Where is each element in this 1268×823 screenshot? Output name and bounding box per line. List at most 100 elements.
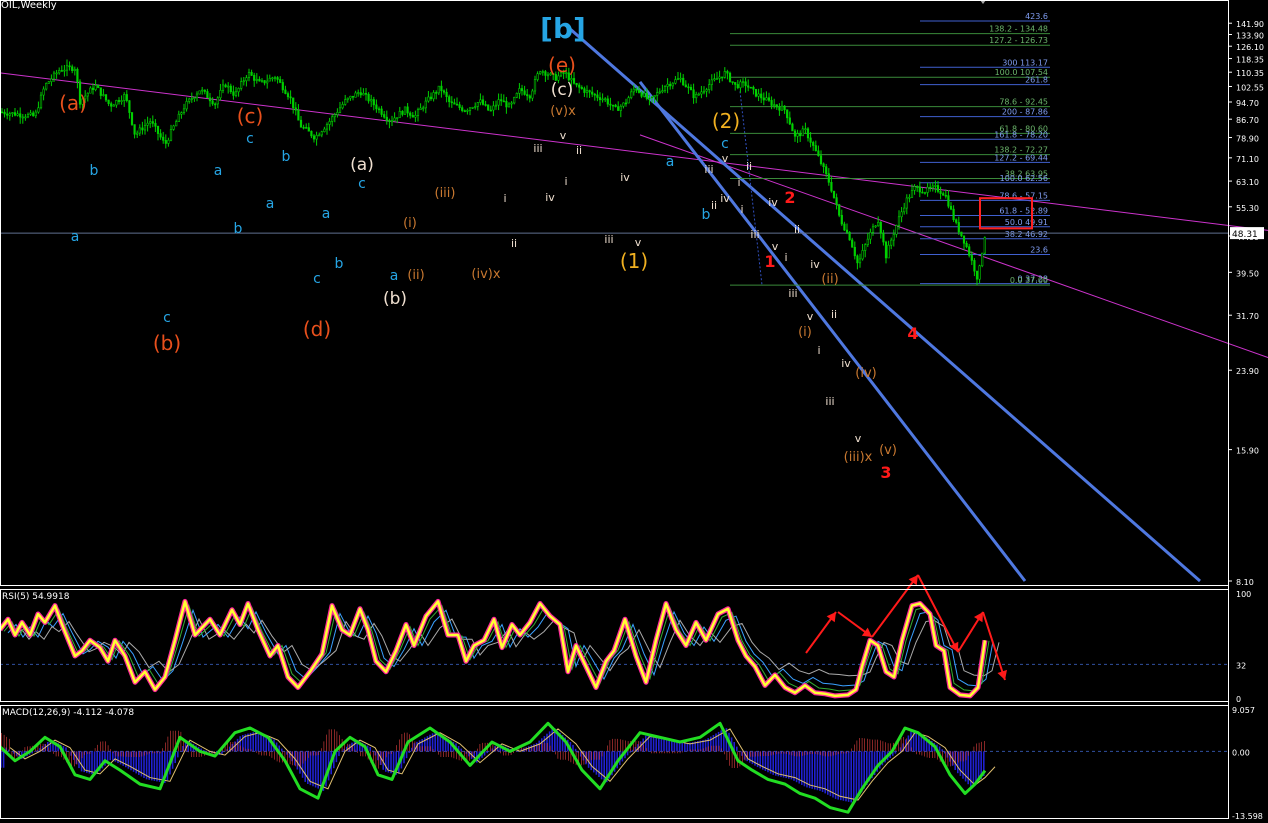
candle-body <box>835 197 838 205</box>
candle-body <box>585 90 589 93</box>
price-tick-label: 71.10 <box>1236 155 1259 164</box>
candle-body <box>981 252 984 267</box>
candle-body <box>526 94 529 97</box>
candle-body <box>624 102 628 105</box>
candle-body <box>718 76 721 79</box>
wave-label: v <box>807 310 814 323</box>
candle-body <box>437 85 440 94</box>
candle-body <box>679 77 682 80</box>
candle-body <box>26 114 30 118</box>
candle-body <box>494 104 498 107</box>
candle-body <box>796 133 799 137</box>
candle-body <box>110 103 113 107</box>
candle-body <box>775 104 778 108</box>
chart-canvas[interactable]: 423.6138.2 - 134.48127.2 - 126.73300 113… <box>0 0 1268 821</box>
price-tick-label: 78.90 <box>1236 135 1259 144</box>
candle-body <box>409 112 412 116</box>
rsi-tick-label: 32 <box>1236 661 1246 670</box>
fib-level-label: 261.8 <box>1025 76 1048 85</box>
candle-body <box>890 239 893 246</box>
candle-body <box>255 78 258 81</box>
candle-body <box>16 113 19 116</box>
candle-body <box>929 186 932 189</box>
candle-body <box>315 134 318 140</box>
candle-body <box>219 90 222 99</box>
wave-label: a <box>322 206 331 222</box>
candle-body <box>858 258 862 264</box>
candle-body <box>721 76 724 79</box>
candle-body <box>682 77 685 86</box>
candle-body <box>648 97 651 100</box>
candle-body <box>89 87 92 94</box>
wave-label: iv <box>720 192 730 205</box>
candle-body <box>377 108 381 111</box>
candle-body <box>916 186 919 188</box>
candle-body <box>214 103 217 106</box>
wave-label: ii <box>511 237 517 250</box>
candle-body <box>962 235 966 244</box>
trading-chart[interactable]: 423.6 138.2 - 134.48 127.2 - 126.73 300 113… <box>0 0 1268 821</box>
candle-body <box>939 191 942 194</box>
candle-body <box>180 112 183 115</box>
candle-body <box>864 244 867 251</box>
candle-body <box>975 270 979 280</box>
candle-body <box>245 77 248 82</box>
candle-body <box>453 102 456 105</box>
candle-body <box>177 113 180 122</box>
candle-body <box>913 186 916 191</box>
candle-body <box>897 216 901 226</box>
wave-label: 3 <box>880 463 891 482</box>
candle-body <box>411 115 414 118</box>
candle-body <box>734 82 737 85</box>
wave-label: ii <box>831 308 837 321</box>
fib-level-label: 161.8 - 78.20 <box>994 130 1048 139</box>
wave-label: b <box>234 221 243 237</box>
candle-body <box>68 65 71 68</box>
candle-body <box>853 246 856 257</box>
candle-body <box>588 90 591 93</box>
candle-body <box>671 82 674 87</box>
candle-body <box>76 68 79 82</box>
candle-body <box>908 196 911 199</box>
wave-label: 1 <box>764 252 775 271</box>
candle-body <box>455 103 459 106</box>
candle-body <box>528 95 531 99</box>
candle-body <box>650 96 654 99</box>
candle-body <box>778 106 781 111</box>
wave-label: (ii) <box>821 272 838 287</box>
wave-label: (a) <box>350 155 374 175</box>
candle-body <box>354 92 357 98</box>
candle-body <box>138 127 141 134</box>
candle-body <box>143 125 147 131</box>
fib-level-label: 200 - 87.86 <box>1002 108 1048 117</box>
candle-body <box>806 128 810 139</box>
candle-body <box>279 79 282 83</box>
wave-label: i <box>817 344 820 357</box>
candle-body <box>832 190 836 198</box>
candle-body <box>487 104 490 111</box>
wave-label: b <box>702 207 711 223</box>
candle-body <box>364 93 368 95</box>
candle-body <box>351 95 355 98</box>
candle-body <box>237 88 240 93</box>
candle-body <box>60 70 63 72</box>
candle-body <box>55 72 58 75</box>
candle-body <box>359 92 362 96</box>
wave-label: b <box>282 149 291 165</box>
price-tick-label: 31.70 <box>1236 312 1259 321</box>
candle-body <box>229 85 232 92</box>
candle-body <box>900 211 903 218</box>
candle-body <box>583 88 586 93</box>
candle-body <box>622 102 625 107</box>
price-tick-label: 126.10 <box>1236 43 1264 52</box>
wave-label: i <box>740 203 743 216</box>
wave-label: c <box>246 131 254 147</box>
candle-body <box>507 103 511 108</box>
candle-body <box>120 100 123 102</box>
candle-body <box>739 81 742 89</box>
candle-body <box>328 121 331 125</box>
candle-body <box>965 242 968 248</box>
window-title: OIL,Weekly <box>1 0 57 11</box>
candle-body <box>258 78 261 82</box>
candle-body <box>817 150 820 157</box>
